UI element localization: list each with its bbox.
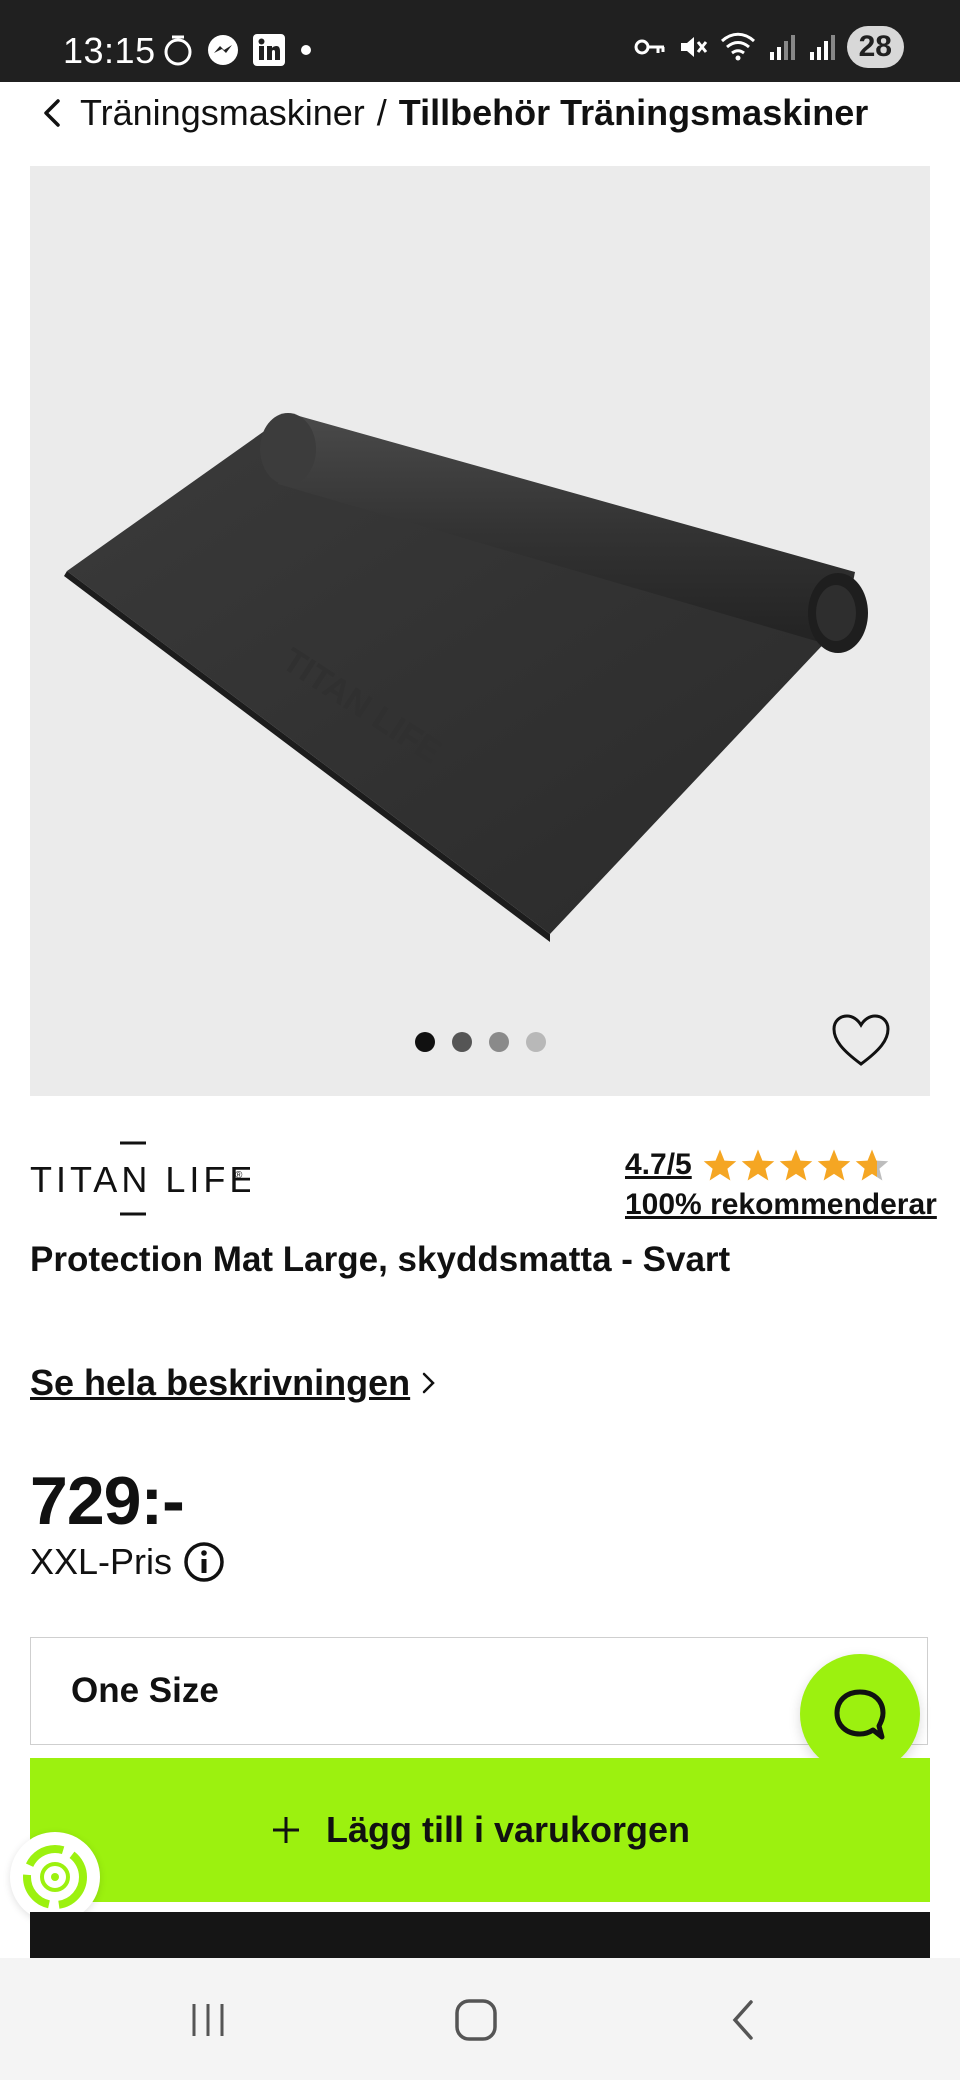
rating-stars xyxy=(702,1148,890,1182)
product-rating[interactable]: 4.7/5 100% rekommenderar xyxy=(625,1148,937,1222)
svg-text:TITAN LIFE: TITAN LIFE xyxy=(30,1159,250,1200)
wifi-icon xyxy=(720,32,755,61)
signal-icon xyxy=(769,35,795,60)
chevron-right-icon xyxy=(422,1372,435,1394)
price-type-label: XXL-Pris xyxy=(30,1541,173,1582)
size-selector[interactable]: One Size xyxy=(30,1637,928,1745)
brand-logo[interactable]: TITAN LIFE ® xyxy=(30,1138,250,1218)
gallery-dot[interactable] xyxy=(415,1032,435,1052)
linkedin-icon xyxy=(253,34,285,66)
info-icon[interactable] xyxy=(182,1540,226,1584)
status-bar: 13:15 28 xyxy=(0,0,960,82)
battery-level: 28 xyxy=(846,26,904,68)
gallery-dot[interactable] xyxy=(489,1032,509,1052)
mute-icon xyxy=(680,37,707,57)
size-selector-value: One Size xyxy=(71,1671,219,1710)
breadcrumb-parent-link[interactable]: Träningsmaskiner xyxy=(80,92,365,134)
chat-button[interactable] xyxy=(800,1654,920,1774)
svg-text:®: ® xyxy=(235,1170,243,1181)
recommend-percentage[interactable]: 100% rekommenderar xyxy=(625,1188,937,1222)
product-price: 729:- xyxy=(30,1463,185,1539)
recent-apps-icon[interactable] xyxy=(168,1980,248,2060)
rating-score[interactable]: 4.7/5 xyxy=(625,1148,692,1182)
see-description-label: Se hela beskrivningen xyxy=(30,1362,411,1403)
gallery-pagination xyxy=(415,1032,546,1052)
status-right-icons: 28 xyxy=(633,24,904,70)
see-description-link[interactable]: Se hela beskrivningen xyxy=(30,1362,438,1404)
status-time: 13:15 xyxy=(63,30,156,71)
price-type: XXL-Pris xyxy=(30,1540,226,1584)
star-icon xyxy=(779,1149,812,1181)
eco-badge[interactable] xyxy=(10,1832,100,1922)
messenger-icon xyxy=(208,35,238,65)
product-title: Protection Mat Large, skyddsmatta - Svar… xyxy=(30,1240,731,1279)
half-star-icon xyxy=(855,1149,888,1181)
product-image-gallery[interactable]: TITAN LIFE xyxy=(30,166,930,1096)
breadcrumb-separator: / xyxy=(376,92,387,133)
signal-icon xyxy=(809,35,835,60)
status-left-icons xyxy=(162,30,314,70)
gallery-dot[interactable] xyxy=(452,1032,472,1052)
star-icon xyxy=(703,1149,736,1181)
product-image: TITAN LIFE xyxy=(64,413,868,942)
breadcrumb: Träningsmaskiner / Tillbehör Träningsmas… xyxy=(38,88,868,138)
chat-bubble-icon xyxy=(834,1689,886,1740)
timer-icon xyxy=(164,35,192,66)
gallery-dot[interactable] xyxy=(526,1032,546,1052)
home-icon[interactable] xyxy=(436,1980,516,2060)
key-icon xyxy=(634,39,665,55)
dot-icon xyxy=(301,45,311,55)
breadcrumb-current[interactable]: Tillbehör Träningsmaskiner xyxy=(399,92,868,134)
back-icon[interactable] xyxy=(705,1980,785,2060)
recycle-icon xyxy=(23,1845,87,1909)
secondary-action-bar[interactable] xyxy=(30,1912,930,1960)
heart-icon[interactable] xyxy=(830,1012,892,1068)
chevron-left-icon[interactable] xyxy=(38,93,68,133)
plus-icon xyxy=(272,1817,299,1843)
star-icon xyxy=(817,1149,850,1181)
star-icon xyxy=(741,1149,774,1181)
add-to-cart-label: Lägg till i varukorgen xyxy=(325,1809,691,1850)
system-nav-bar xyxy=(0,1958,960,2080)
add-to-cart-button[interactable]: Lägg till i varukorgen xyxy=(30,1758,930,1902)
